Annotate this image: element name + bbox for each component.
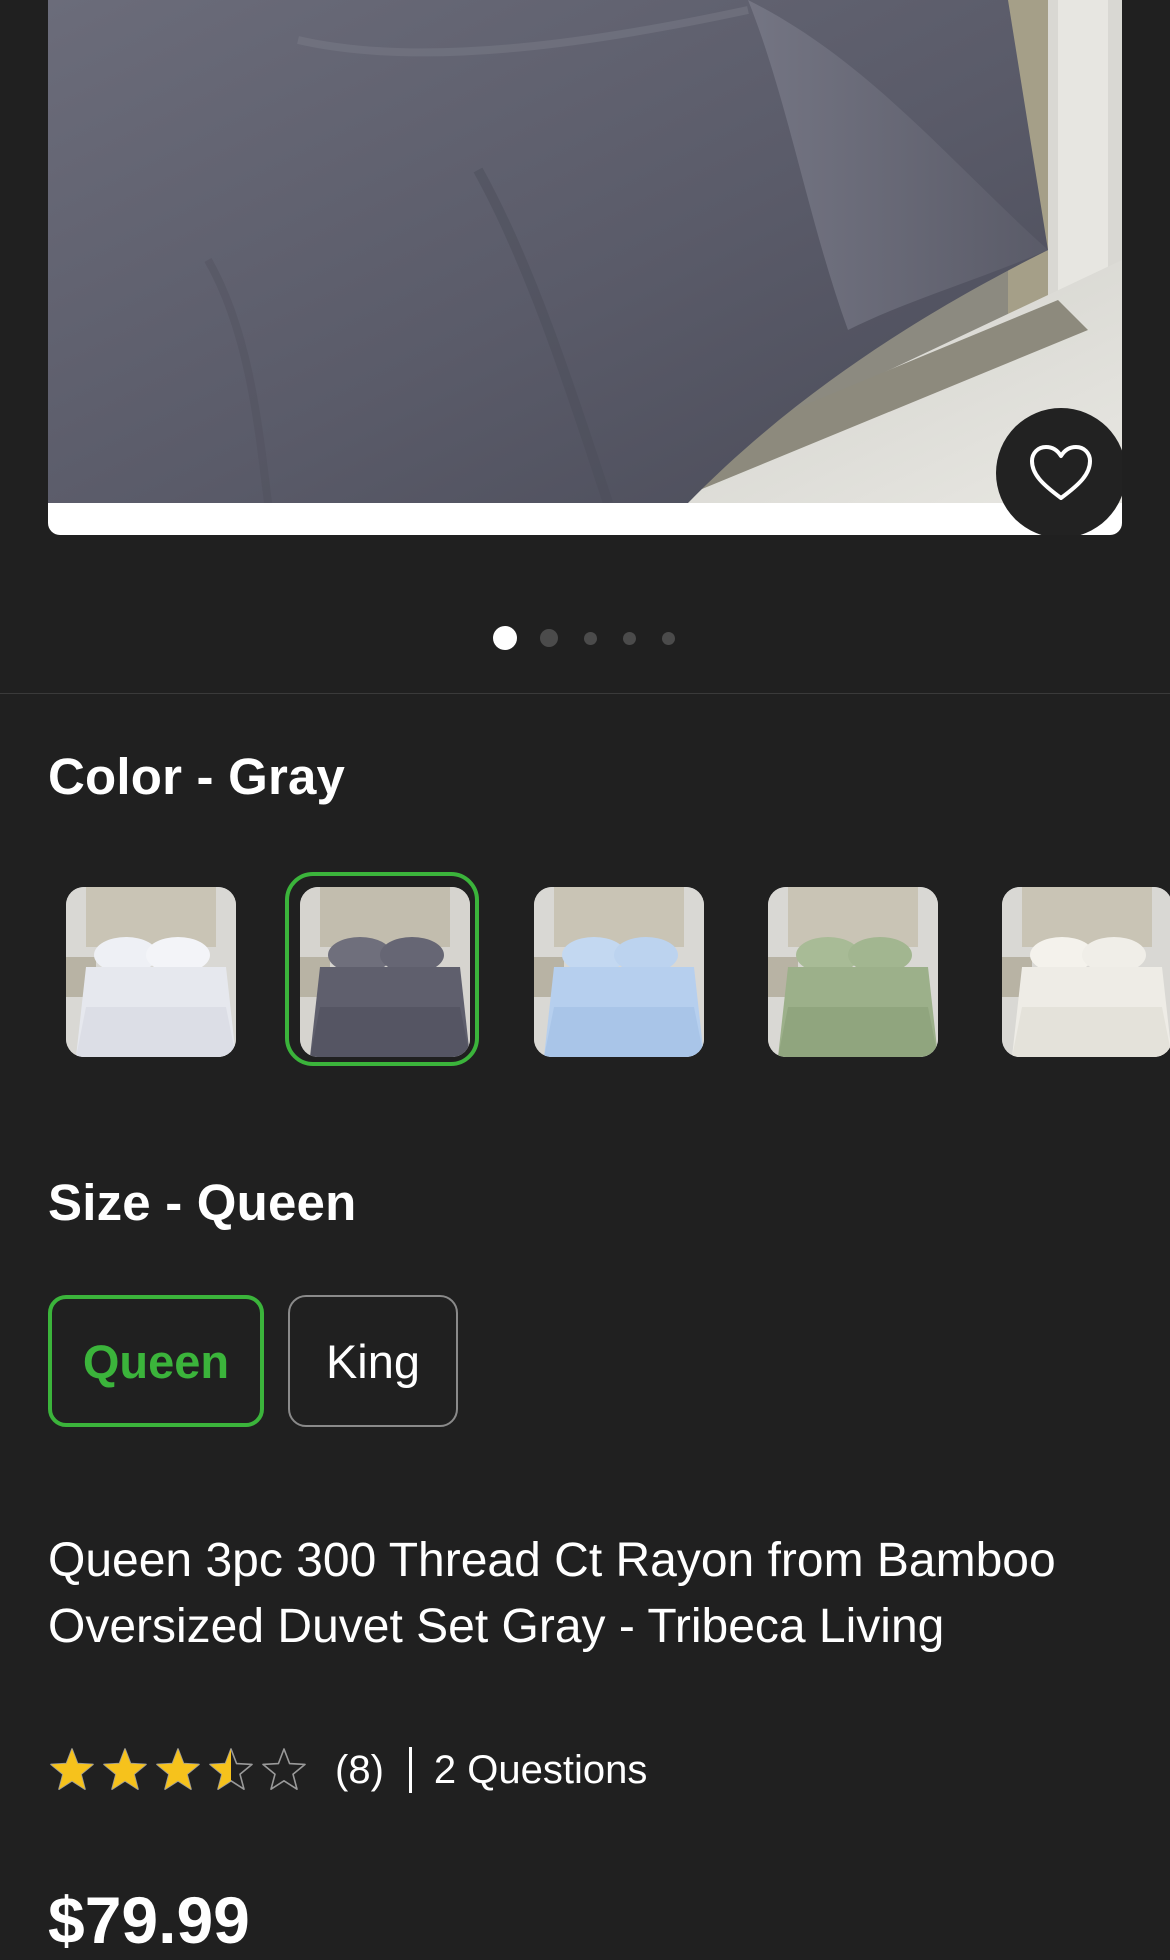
color-heading: Color - Gray: [48, 748, 346, 805]
star-half-icon: [209, 1748, 253, 1790]
size-option-king[interactable]: King: [288, 1295, 458, 1427]
star-empty-icon: [262, 1748, 306, 1790]
product-photo[interactable]: [48, 0, 1122, 503]
section-divider: [0, 693, 1170, 694]
color-swatch-ivory[interactable]: [1002, 887, 1170, 1057]
color-swatch-sage[interactable]: [768, 887, 938, 1057]
size-heading: Size - Queen: [48, 1174, 357, 1231]
favorite-button[interactable]: [996, 408, 1122, 535]
size-option-queen[interactable]: Queen: [48, 1295, 264, 1427]
color-swatch-gray[interactable]: [300, 887, 470, 1057]
carousel-dot-1[interactable]: [492, 626, 517, 650]
star-full-icon: [103, 1748, 147, 1790]
color-swatch-list: [0, 870, 1170, 1070]
product-title: Queen 3pc 300 Thread Ct Rayon from Bambo…: [48, 1534, 1056, 1653]
carousel-dot-4[interactable]: [622, 631, 636, 645]
star-full-icon: [50, 1748, 94, 1790]
color-swatch-white[interactable]: [66, 887, 236, 1057]
star-full-icon: [156, 1748, 200, 1790]
carousel-dot-3[interactable]: [583, 631, 597, 645]
product-image-card[interactable]: [48, 0, 1122, 535]
review-count-link[interactable]: (8): [335, 1748, 384, 1793]
heart-outline-icon: [1028, 444, 1094, 502]
star-rating[interactable]: [48, 1746, 313, 1794]
product-price: $79.99: [48, 1883, 250, 1957]
questions-link[interactable]: 2 Questions: [434, 1748, 647, 1793]
color-swatch-light-blue[interactable]: [534, 887, 704, 1057]
rating-separator: [408, 1747, 412, 1793]
carousel-dot-2[interactable]: [539, 629, 558, 647]
carousel-dot-5[interactable]: [661, 631, 675, 645]
carousel-pagination: [0, 625, 1170, 651]
rating-row: (8) 2 Questions: [48, 1742, 647, 1798]
